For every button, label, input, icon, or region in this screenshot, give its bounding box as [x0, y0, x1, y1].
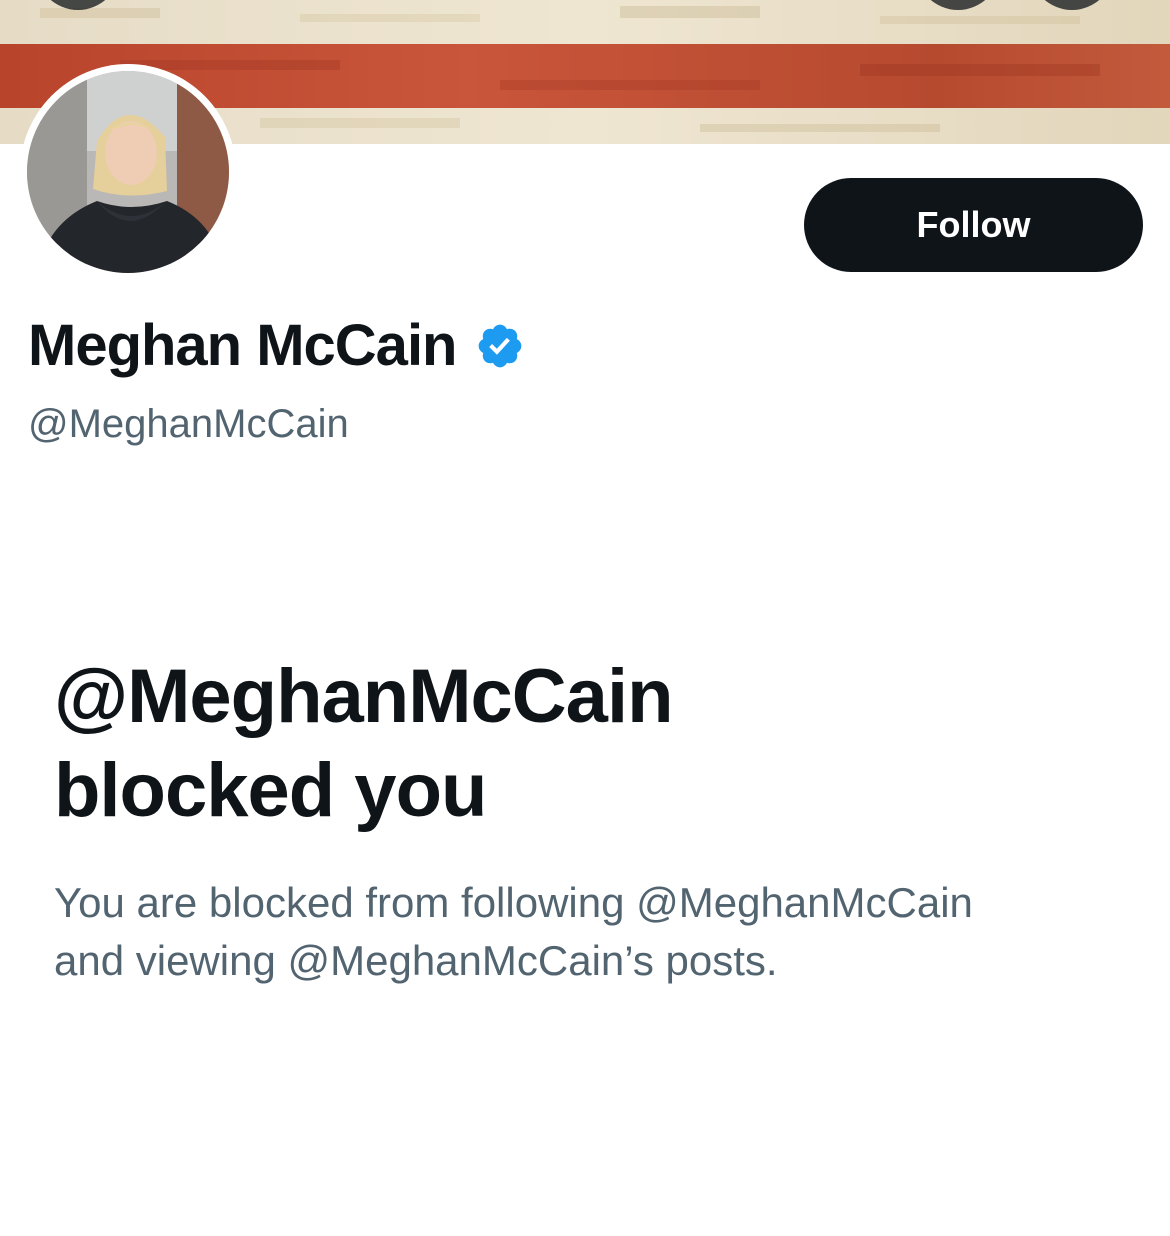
blocked-title-text: blocked you	[54, 748, 487, 833]
verified-badge-icon[interactable]	[475, 321, 525, 371]
blocked-title: @MeghanMcCain blocked you	[54, 650, 1114, 838]
profile-name-row: Meghan McCain	[28, 312, 525, 379]
blocked-description-line-1: You are blocked from following @MeghanMc…	[54, 879, 973, 926]
avatar-image	[27, 71, 229, 273]
blocked-description: You are blocked from following @MeghanMc…	[54, 874, 1144, 990]
display-name: Meghan McCain	[28, 313, 457, 378]
follow-button[interactable]: Follow	[804, 178, 1143, 272]
avatar[interactable]	[20, 64, 236, 280]
blocked-description-line-2: and viewing @MeghanMcCain’s posts.	[54, 937, 778, 984]
blocked-title-handle: @MeghanMcCain	[54, 654, 674, 739]
profile-handle: @MeghanMcCain	[28, 402, 349, 446]
